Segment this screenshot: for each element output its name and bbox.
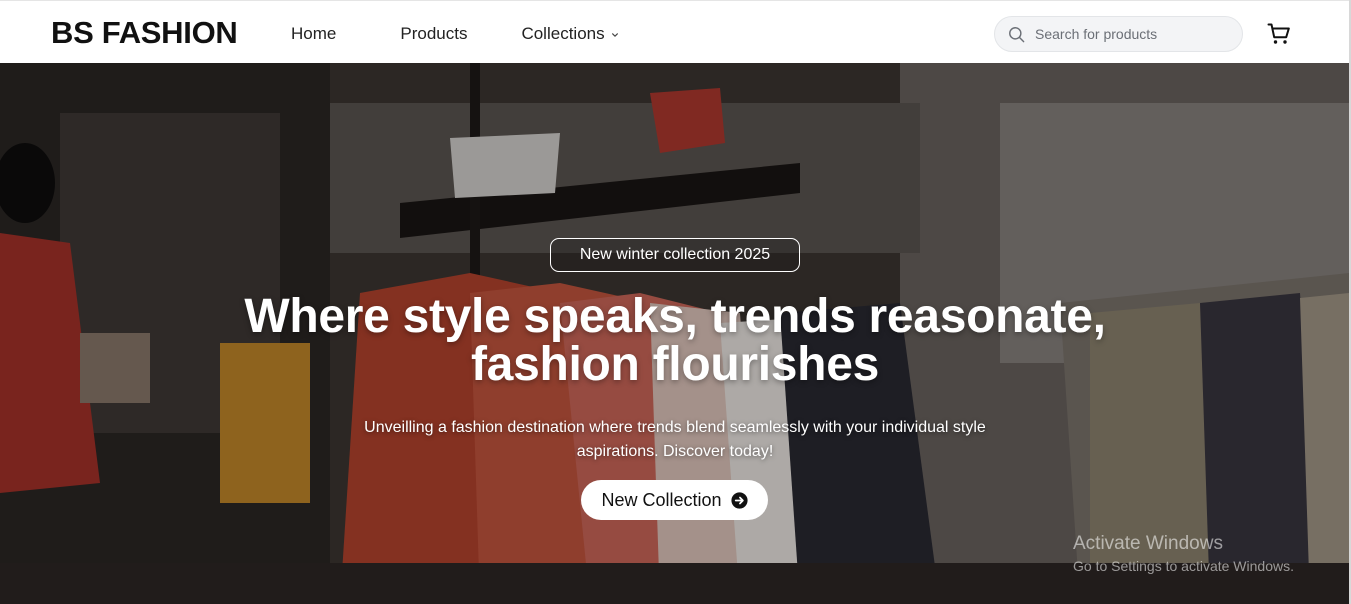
- watermark-subtitle: Go to Settings to activate Windows.: [1073, 558, 1294, 574]
- search-icon: [1009, 26, 1025, 42]
- windows-activation-watermark: Activate Windows Go to Settings to activ…: [1073, 532, 1294, 576]
- chevron-down-icon: [611, 32, 618, 37]
- hero-title-line-1: Where style speaks, trends reasonate,: [244, 290, 1106, 343]
- arrow-right-circle-icon: [730, 491, 748, 509]
- nav-collections-label: Collections: [521, 24, 605, 43]
- navbar: BS FASHION Home Products Collections: [0, 0, 1349, 63]
- hero-banner: New winter collection 2025 Where style s…: [0, 63, 1349, 604]
- hero-title-line-2: fashion flourishes: [471, 338, 879, 391]
- search-input[interactable]: [1035, 26, 1235, 42]
- nav-products-link[interactable]: Products: [400, 23, 467, 45]
- brand-logo[interactable]: BS FASHION: [51, 15, 238, 51]
- hero-subtitle-line-1: Unveilling a fashion destination where t…: [364, 419, 986, 436]
- watermark-title: Activate Windows: [1073, 533, 1223, 554]
- page: BS FASHION Home Products Collections Sea…: [0, 0, 1351, 604]
- collection-badge: New winter collection 2025: [550, 238, 800, 272]
- search-bar: [994, 16, 1243, 52]
- cart-icon[interactable]: [1267, 22, 1291, 46]
- new-collection-button-label: New Collection: [601, 489, 722, 510]
- hero-subtitle-line-2: aspirations. Discover today!: [576, 443, 774, 460]
- main-nav: Home Products Collections: [291, 23, 619, 45]
- hero-subtitle: Unveilling a fashion destination where t…: [330, 416, 1020, 464]
- new-collection-button[interactable]: New Collection: [581, 480, 768, 520]
- nav-collections-dropdown[interactable]: Collections: [521, 23, 618, 45]
- nav-home-link[interactable]: Home: [291, 23, 336, 45]
- hero-title: Where style speaks, trends reasonate, fa…: [175, 293, 1175, 389]
